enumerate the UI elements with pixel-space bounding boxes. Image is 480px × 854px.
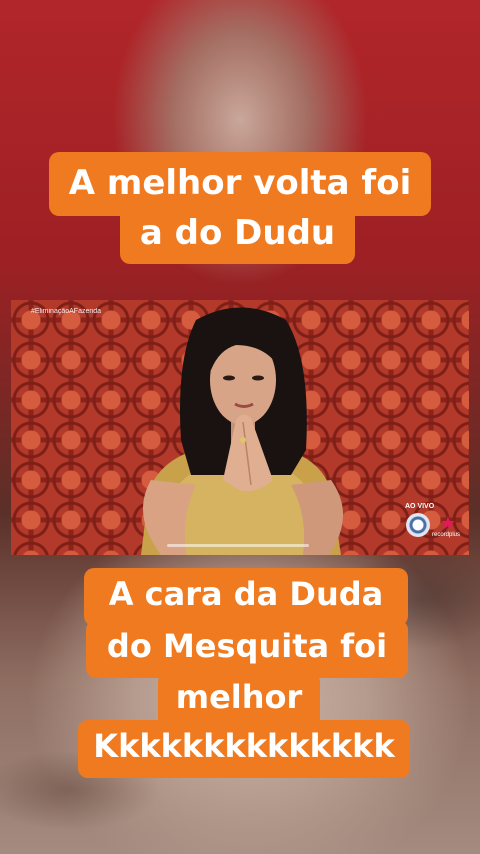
bottom-caption-line-4: Kkkkkkkkkkkkkk	[78, 720, 410, 778]
person-figure	[141, 307, 344, 555]
bottom-caption-line-1: A cara da Duda e	[84, 568, 408, 647]
video-frame[interactable]: #EliminaçãoAFazenda AO VIVO ★ recordplus	[11, 300, 469, 555]
streaming-label: recordplus	[432, 532, 461, 538]
video-progress-bar[interactable]	[167, 544, 309, 547]
plus-logo-icon: ★	[439, 513, 457, 534]
live-label: AO VIVO	[405, 503, 435, 510]
top-caption-line-2: a do Dudu	[120, 206, 355, 264]
record-logo-icon	[406, 513, 430, 537]
bottom-caption-line-2: do Mesquita foi a	[86, 620, 408, 699]
